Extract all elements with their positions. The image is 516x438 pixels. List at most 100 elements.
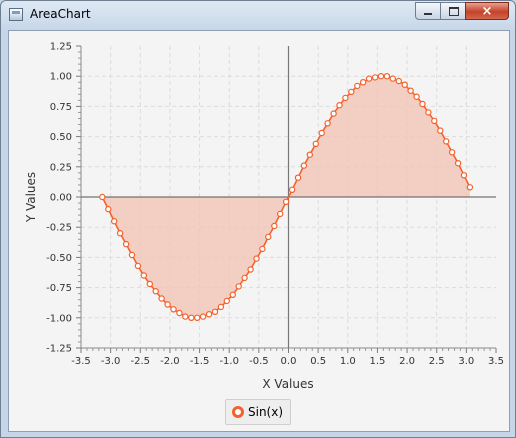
maximize-icon[interactable]	[440, 2, 466, 20]
data-point	[395, 77, 402, 85]
window-app-icon[interactable]	[9, 8, 23, 21]
data-point	[152, 288, 159, 295]
x-tick-labels: -3.5 -3.0 -2.5 -2.0 -1.5 -1.0 -0.5 0.0 0.5 1.0 1.5…	[71, 356, 504, 367]
data-point	[389, 75, 396, 82]
data-point	[229, 291, 236, 298]
data-point	[288, 186, 296, 193]
x-axis-label: X Values	[262, 377, 313, 391]
data-point	[300, 162, 308, 169]
x-tick-label: -2.0	[160, 356, 180, 367]
window-title: AreaChart	[30, 7, 91, 21]
data-point	[312, 140, 319, 148]
data-point	[437, 127, 444, 134]
app-window: AreaChart × -3.5 -3.0 -2.5 -2.0 -1.5 -1.0 -0.5…	[0, 0, 516, 438]
chart-container: -3.5 -3.0 -2.5 -2.0 -1.5 -1.0 -0.5 0.0 0.5 1.0 1.5…	[8, 30, 510, 432]
data-point	[140, 272, 147, 279]
data-point	[425, 109, 432, 116]
data-point	[407, 87, 414, 94]
close-icon[interactable]: ×	[465, 2, 509, 20]
y-axis-label: Y Values	[24, 172, 38, 223]
data-point	[188, 314, 195, 321]
legend-symbol-icon	[232, 406, 244, 418]
x-tick-label: 3.0	[458, 356, 474, 367]
data-point	[294, 174, 302, 181]
data-point	[277, 210, 284, 218]
data-point	[318, 129, 325, 137]
data-point	[211, 308, 219, 315]
data-point	[247, 266, 254, 273]
data-point	[377, 73, 385, 80]
y-tick-label: 1.25	[50, 42, 72, 53]
data-point	[443, 138, 450, 145]
data-point	[164, 301, 171, 308]
data-point	[454, 159, 462, 167]
data-point	[217, 303, 225, 311]
data-point	[466, 184, 474, 191]
data-point	[116, 229, 124, 237]
data-point	[271, 222, 278, 230]
x-tick-label: 0.5	[310, 356, 326, 367]
data-point	[99, 193, 106, 201]
data-point	[170, 306, 177, 313]
data-point	[223, 297, 230, 305]
x-tick-label: 1.0	[340, 356, 356, 367]
data-point	[146, 280, 153, 288]
data-point	[383, 73, 391, 80]
data-point	[431, 117, 438, 125]
area-chart: -3.5 -3.0 -2.5 -2.0 -1.5 -1.0 -0.5 0.0 0.5 1.0 1.5…	[24, 42, 504, 392]
x-tick-label: 1.5	[369, 356, 385, 367]
x-tick-label: 0.0	[281, 356, 297, 367]
data-point	[371, 74, 379, 81]
y-tick-label: 0.25	[50, 162, 72, 173]
y-tick-label: 1.00	[50, 72, 72, 83]
x-tick-label: -1.5	[190, 356, 210, 367]
data-point	[282, 198, 290, 205]
data-point	[105, 205, 112, 213]
data-point	[330, 110, 337, 117]
data-point	[134, 262, 142, 270]
data-point	[401, 81, 408, 88]
x-tick-label: -1.0	[219, 356, 239, 367]
x-tick-label: 2.0	[399, 356, 415, 367]
data-point	[365, 75, 373, 82]
data-point	[348, 88, 355, 96]
data-point	[182, 313, 189, 320]
data-point	[158, 295, 165, 302]
data-point	[253, 255, 260, 262]
data-point	[110, 217, 118, 225]
data-point	[259, 245, 266, 253]
y-tick-label: -0.75	[46, 283, 72, 294]
data-point	[122, 240, 130, 248]
y-tick-label: -1.25	[46, 344, 72, 355]
data-point	[193, 314, 201, 321]
x-tick-label: -3.5	[71, 356, 91, 367]
y-tick-label: 0.75	[50, 102, 72, 113]
data-point	[413, 93, 420, 100]
y-tick-label: 0.50	[50, 132, 72, 143]
window-controls: ×	[415, 2, 509, 21]
data-point	[128, 251, 136, 259]
data-point	[176, 309, 183, 317]
x-tick-label: 3.5	[488, 356, 504, 367]
close-glyph: ×	[481, 4, 493, 19]
y-tick-label: -0.50	[46, 253, 72, 264]
data-point	[241, 274, 248, 282]
x-tick-label: -2.5	[131, 356, 151, 367]
data-point	[360, 79, 367, 86]
data-point	[265, 233, 272, 241]
x-tick-label: -0.5	[249, 356, 269, 367]
x-tick-label: 2.5	[429, 356, 445, 367]
data-point	[205, 311, 213, 318]
legend-item-label: Sin(x)	[248, 405, 284, 419]
y-tick-label: -0.25	[46, 223, 72, 234]
data-point	[235, 283, 242, 290]
legend: Sin(x)	[225, 399, 292, 425]
y-tick-labels: 1.25 1.00 0.75 0.50 0.25 0.00 -0.25 -0.50 -0.75 -…	[46, 42, 72, 355]
data-point	[336, 101, 343, 109]
y-tick-label: 0.00	[50, 193, 72, 204]
minimize-icon[interactable]	[415, 2, 441, 20]
data-point	[342, 94, 349, 102]
data-point	[324, 120, 331, 127]
data-point	[354, 82, 361, 90]
title-bar[interactable]: AreaChart ×	[1, 1, 515, 29]
